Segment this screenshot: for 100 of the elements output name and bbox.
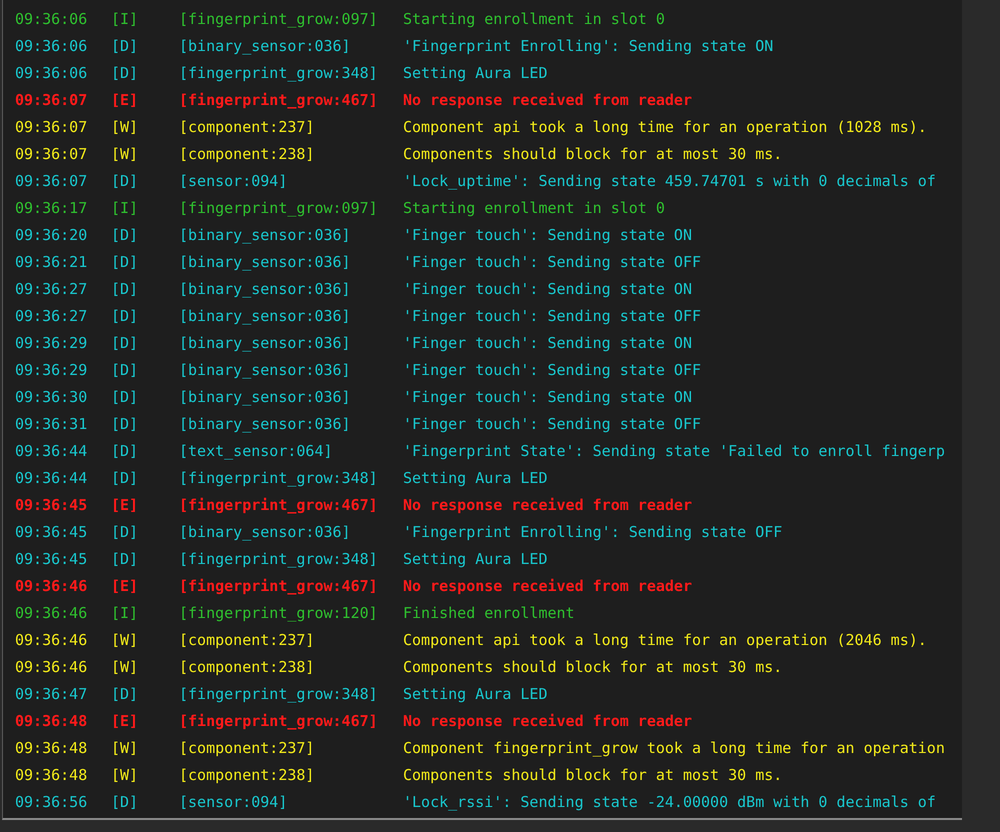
timestamp: 09:36:07 bbox=[15, 90, 88, 108]
log-level: [E] bbox=[111, 496, 140, 514]
log-level: [D] bbox=[111, 360, 140, 378]
log-message: 'Fingerprint Enrolling': Sending state OFF bbox=[403, 522, 782, 540]
timestamp: 09:36:45 bbox=[15, 522, 88, 540]
log-message: Starting enrollment in slot 0 bbox=[403, 10, 665, 28]
log-message: Finished enrollment bbox=[403, 604, 575, 622]
log-message: No response received from reader bbox=[403, 90, 692, 108]
log-tag: [sensor:094] bbox=[179, 792, 403, 810]
timestamp: 09:36:30 bbox=[15, 388, 88, 406]
log-message: Component fingerprint_grow took a long time for an operation bbox=[403, 738, 945, 756]
log-level: [D] bbox=[111, 388, 140, 406]
log-level: [D] bbox=[111, 792, 140, 810]
log-tag: [component:238] bbox=[179, 144, 403, 162]
log-level: [I] bbox=[111, 604, 140, 622]
log-message: No response received from reader bbox=[403, 576, 692, 594]
timestamp: 09:36:29 bbox=[15, 360, 88, 378]
timestamp: 09:36:46 bbox=[15, 630, 88, 648]
log-level: [E] bbox=[111, 90, 140, 108]
log-level: [D] bbox=[111, 306, 140, 324]
log-tag: [binary_sensor:036] bbox=[179, 306, 403, 324]
timestamp: 09:36:27 bbox=[15, 280, 88, 298]
log-tag: [binary_sensor:036] bbox=[179, 36, 403, 54]
log-level: [D] bbox=[111, 226, 140, 244]
log-message: No response received from reader bbox=[403, 712, 692, 730]
log-tag: [component:238] bbox=[179, 658, 403, 676]
log-message: 'Lock_rssi': Sending state -24.00000 dBm with 0 decimals of bbox=[403, 792, 936, 810]
timestamp: 09:36:48 bbox=[15, 738, 88, 756]
log-message: Component api took a long time for an operation (1028 ms). bbox=[403, 118, 927, 136]
log-tag: [component:237] bbox=[179, 630, 403, 648]
log-level: [D] bbox=[111, 684, 140, 702]
log-tag: [binary_sensor:036] bbox=[179, 226, 403, 244]
log-tag: [text_sensor:064] bbox=[179, 442, 403, 460]
log-tag: [component:238] bbox=[179, 766, 403, 784]
log-level: [W] bbox=[111, 118, 140, 136]
log-message: 'Finger touch': Sending state ON bbox=[403, 280, 692, 298]
timestamp: 09:36:06 bbox=[15, 36, 88, 54]
log-message: 'Finger touch': Sending state OFF bbox=[403, 306, 702, 324]
log-tag: [component:237] bbox=[179, 738, 403, 756]
log-tag: [sensor:094] bbox=[179, 172, 403, 190]
log-level: [D] bbox=[111, 172, 140, 190]
log-level: [D] bbox=[111, 252, 140, 270]
log-tag: [fingerprint_grow:467] bbox=[179, 576, 403, 594]
log-message: Starting enrollment in slot 0 bbox=[403, 198, 665, 216]
log-message: 'Fingerprint State': Sending state 'Failed to enroll fingerp bbox=[403, 442, 945, 460]
log-level: [D] bbox=[111, 64, 140, 82]
timestamp: 09:36:20 bbox=[15, 226, 88, 244]
log-tag: [fingerprint_grow:348] bbox=[179, 550, 403, 568]
timestamp: 09:36:27 bbox=[15, 306, 88, 324]
log-tag: [fingerprint_grow:467] bbox=[179, 496, 403, 514]
timestamp: 09:36:44 bbox=[15, 442, 88, 460]
timestamp: 09:36:17 bbox=[15, 198, 88, 216]
log-message: Component api took a long time for an operation (2046 ms). bbox=[403, 630, 927, 648]
log-tag: [fingerprint_grow:097] bbox=[179, 198, 403, 216]
log-level: [D] bbox=[111, 280, 140, 298]
log-level: [E] bbox=[111, 712, 140, 730]
log-tag: [fingerprint_grow:348] bbox=[179, 468, 403, 486]
timestamp: 09:36:46 bbox=[15, 658, 88, 676]
timestamp: 09:36:45 bbox=[15, 496, 88, 514]
log-tag: [fingerprint_grow:467] bbox=[179, 90, 403, 108]
timestamp: 09:36:06 bbox=[15, 64, 88, 82]
timestamp: 09:36:48 bbox=[15, 766, 88, 784]
timestamp: 09:36:29 bbox=[15, 334, 88, 352]
log-tag: [binary_sensor:036] bbox=[179, 388, 403, 406]
log-message: 'Finger touch': Sending state ON bbox=[403, 388, 692, 406]
log-message: Components should block for at most 30 ms. bbox=[403, 144, 782, 162]
timestamp: 09:36:46 bbox=[15, 576, 88, 594]
timestamp: 09:36:48 bbox=[15, 712, 88, 730]
log-level: [W] bbox=[111, 766, 140, 784]
timestamp: 09:36:07 bbox=[15, 118, 88, 136]
log-level: [W] bbox=[111, 144, 140, 162]
timestamp: 09:36:47 bbox=[15, 684, 88, 702]
timestamp: 09:36:31 bbox=[15, 414, 88, 432]
log-level: [D] bbox=[111, 442, 140, 460]
log-message: Components should block for at most 30 ms. bbox=[403, 658, 782, 676]
log-message: Setting Aura LED bbox=[403, 64, 548, 82]
log-level: [D] bbox=[111, 36, 140, 54]
timestamp: 09:36:07 bbox=[15, 172, 88, 190]
log-tag: [fingerprint_grow:348] bbox=[179, 684, 403, 702]
timestamp: 09:36:46 bbox=[15, 604, 88, 622]
log-tag: [fingerprint_grow:467] bbox=[179, 712, 403, 730]
timestamp: 09:36:06 bbox=[15, 10, 88, 28]
log-message: 'Lock_uptime': Sending state 459.74701 s with 0 decimals of bbox=[403, 172, 936, 190]
log-message: Setting Aura LED bbox=[403, 468, 548, 486]
timestamp: 09:36:07 bbox=[15, 144, 88, 162]
log-level: [D] bbox=[111, 522, 140, 540]
log-tag: [binary_sensor:036] bbox=[179, 280, 403, 298]
log-tag: [fingerprint_grow:097] bbox=[179, 10, 403, 28]
log-level: [W] bbox=[111, 630, 140, 648]
log-level: [D] bbox=[111, 334, 140, 352]
log-level: [I] bbox=[111, 10, 140, 28]
log-message: Setting Aura LED bbox=[403, 684, 548, 702]
log-tag: [binary_sensor:036] bbox=[179, 522, 403, 540]
log-tag: [binary_sensor:036] bbox=[179, 414, 403, 432]
log-level: [D] bbox=[111, 414, 140, 432]
log-level: [I] bbox=[111, 198, 140, 216]
log-tag: [fingerprint_grow:120] bbox=[179, 604, 403, 622]
log-level: [E] bbox=[111, 576, 140, 594]
timestamp: 09:36:45 bbox=[15, 550, 88, 568]
log-message: Components should block for at most 30 ms. bbox=[403, 766, 782, 784]
